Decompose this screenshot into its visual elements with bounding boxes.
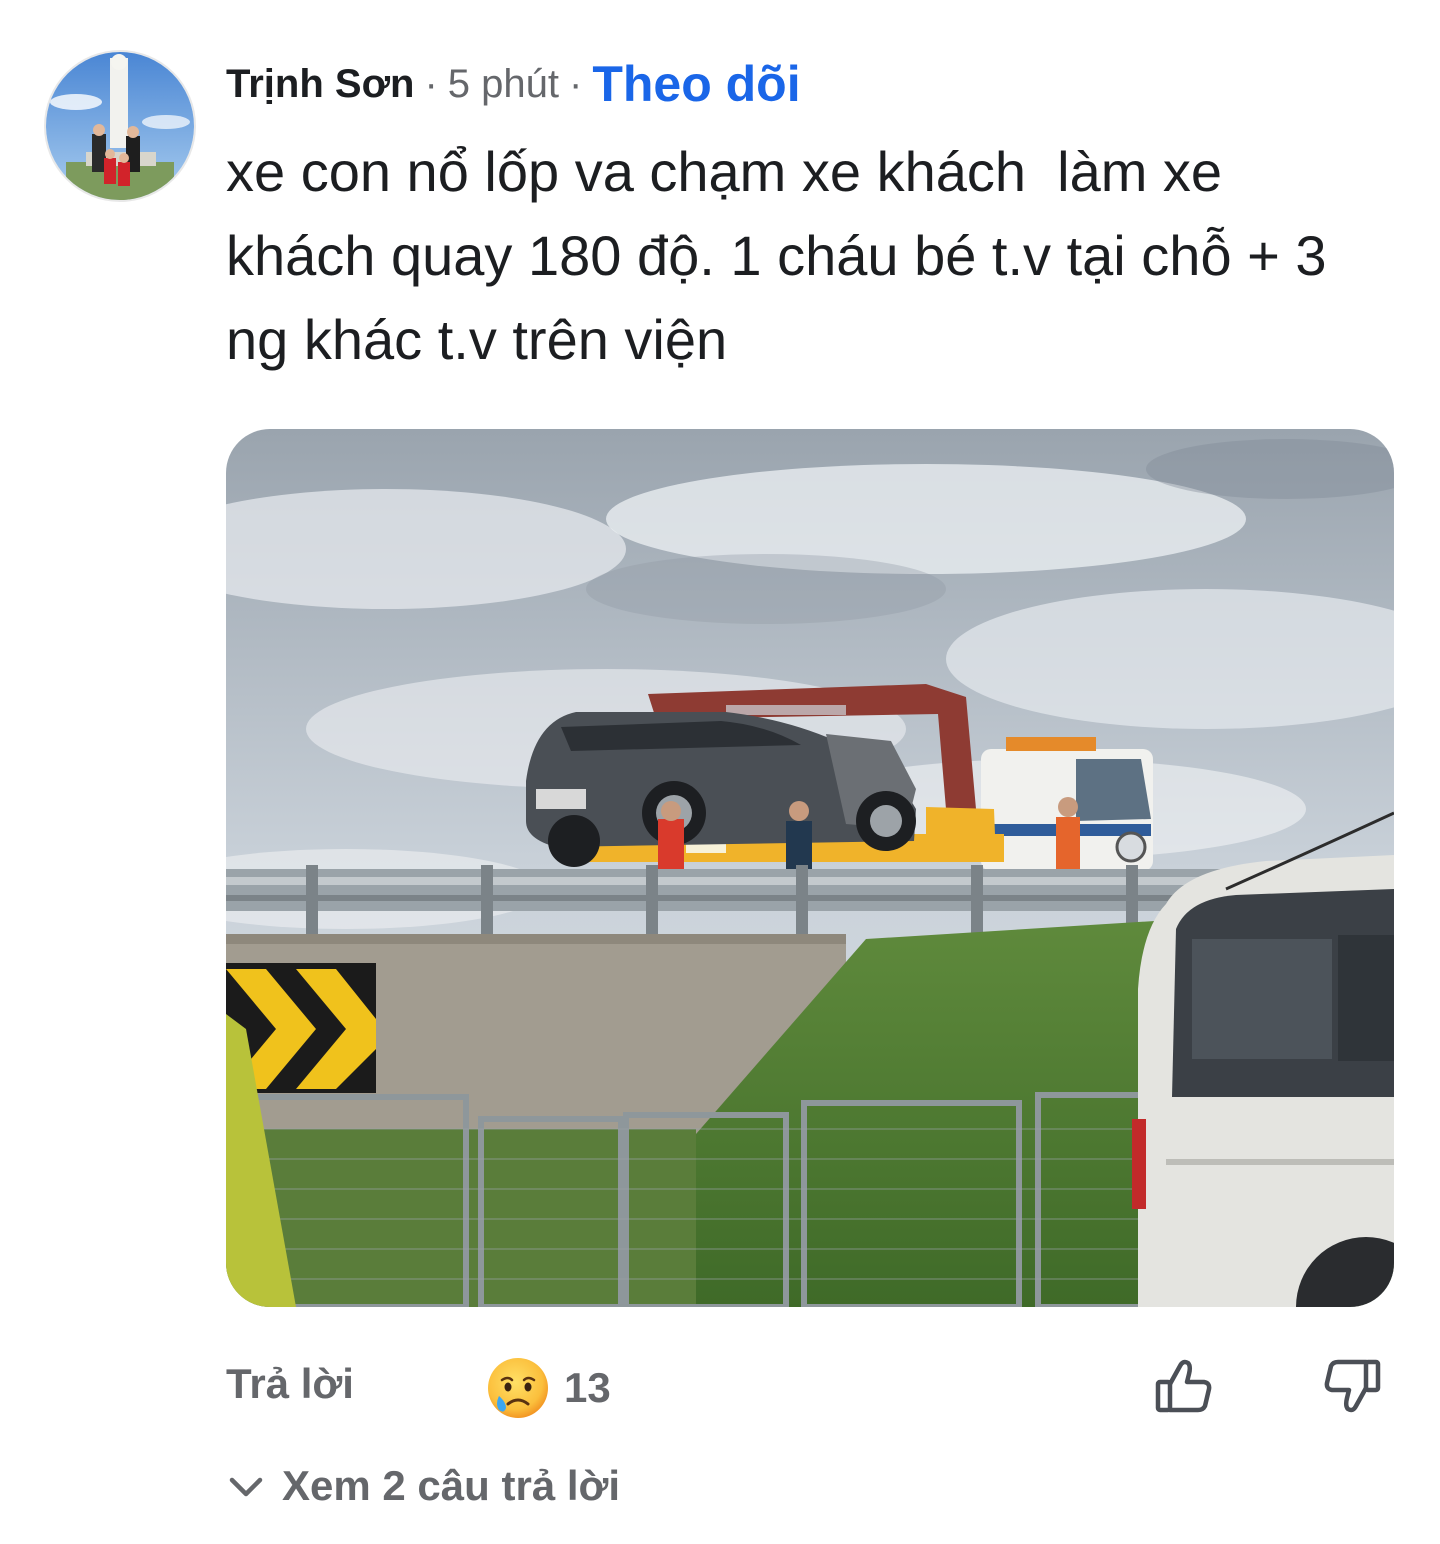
thumbs-down-icon	[1324, 1359, 1381, 1413]
reaction-summary[interactable]: 13	[486, 1356, 611, 1420]
timestamp: 5 phút	[447, 61, 559, 106]
crying-face-icon	[488, 1358, 548, 1418]
like-button[interactable]	[1152, 1354, 1216, 1418]
avatar[interactable]	[46, 52, 194, 200]
view-replies-button[interactable]: Xem 2 câu trả lời	[226, 1462, 620, 1510]
reply-button[interactable]: Trả lời	[226, 1360, 354, 1408]
comment-header: Trịnh Sơn · 5 phút · Theo dõi	[226, 54, 801, 114]
author-name[interactable]: Trịnh Sơn	[226, 62, 414, 107]
reaction-count: 13	[564, 1364, 611, 1411]
comment-text: xe con nổ lốp va chạm xe khách làm xe kh…	[226, 140, 1327, 371]
separator-dot: ·	[424, 61, 438, 106]
avatar-image	[46, 52, 194, 200]
chevron-down-icon	[229, 1477, 263, 1497]
view-replies-label: Xem 2 câu trả lời	[282, 1462, 621, 1509]
accident-scene-image	[226, 429, 1394, 1307]
comment-photo[interactable]	[226, 429, 1394, 1307]
follow-button[interactable]: Theo dõi	[592, 55, 800, 113]
comment-actions: Trả lời 13	[226, 1350, 1394, 1430]
dislike-button[interactable]	[1320, 1354, 1384, 1418]
separator-dot: ·	[568, 61, 583, 106]
thumbs-up-icon	[1155, 1359, 1212, 1413]
